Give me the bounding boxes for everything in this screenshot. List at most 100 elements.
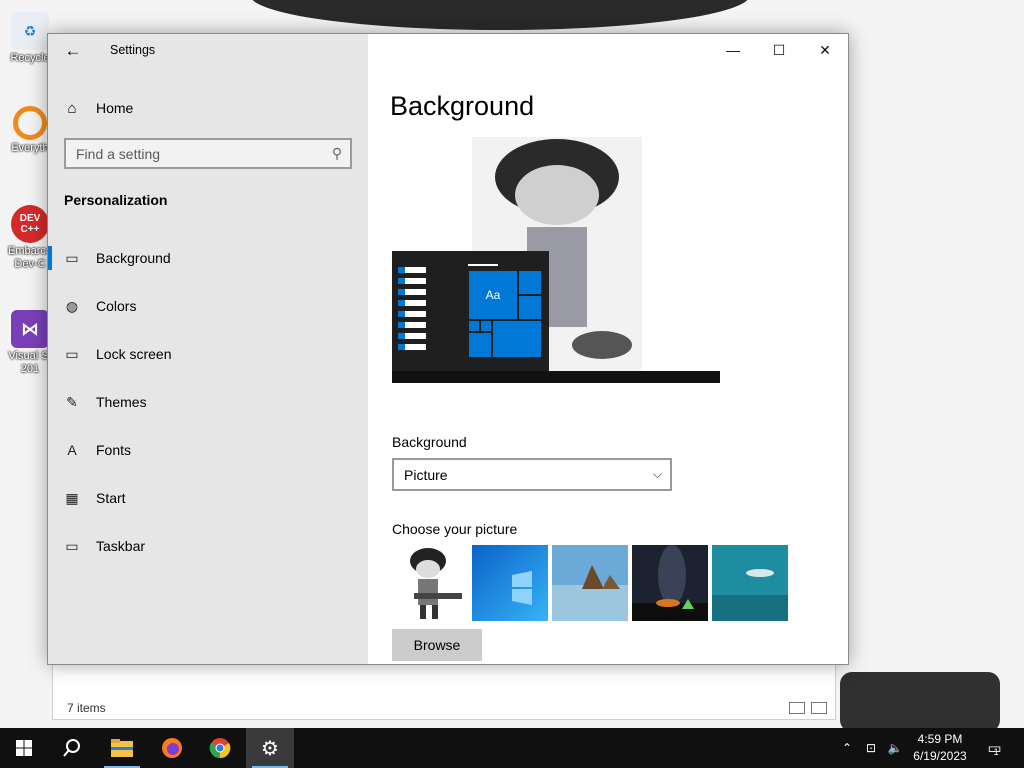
wallpaper-shape (840, 672, 1000, 728)
everything-search-icon (13, 106, 47, 140)
sidebar-item-label: Taskbar (96, 538, 146, 554)
sidebar-item-start[interactable]: ▦ Start (48, 474, 368, 522)
taskbar: ⚙ ⌃ ⊡ 🔈 4:59 PM 6/19/2023 ▭ 1 (0, 728, 1024, 768)
back-button[interactable]: ← (62, 40, 84, 62)
start-icon: ▦ (65, 489, 79, 506)
picture-icon: ▭ (65, 249, 79, 266)
volume-muted-icon: 🔈 (887, 741, 903, 755)
clock-time: 4:59 PM (917, 732, 963, 746)
preview-line (468, 264, 498, 266)
taskbar-clock[interactable]: 4:59 PM 6/19/2023 (906, 731, 974, 765)
windows-logo-icon (16, 740, 32, 756)
search-input[interactable] (66, 145, 324, 162)
browse-button[interactable]: Browse (392, 629, 482, 661)
search-box[interactable]: ⚲ (64, 138, 352, 169)
thumbnail-windows-blue[interactable] (472, 545, 548, 621)
clock-date: 6/19/2023 (913, 749, 967, 763)
back-arrow-icon: ← (64, 41, 82, 60)
sidebar-item-label: Lock screen (96, 346, 172, 362)
sidebar-item-label: Home (96, 100, 134, 116)
preview-tile (518, 270, 542, 295)
file-explorer-window: 7 items (52, 660, 836, 720)
desktop-icon-label: Everyth (11, 142, 49, 154)
close-button[interactable]: ✕ (802, 34, 848, 66)
notification-count: 1 (993, 747, 999, 757)
lock-screen-icon: ▭ (65, 345, 79, 362)
preview-tile (492, 320, 542, 358)
sidebar-item-themes[interactable]: ✎ Themes (48, 378, 368, 426)
show-hidden-icons-button[interactable]: ⌃ (838, 728, 856, 768)
home-icon: ⌂ (67, 99, 77, 117)
sidebar-item-label: Background (96, 250, 171, 266)
search-icon: ⚲ (331, 145, 343, 161)
firefox-icon (162, 738, 182, 758)
settings-button[interactable]: ⚙ (246, 728, 294, 768)
chevron-down-icon: ⌵ (652, 467, 662, 481)
sidebar-item-background[interactable]: ▭ Background (48, 234, 368, 282)
sidebar-item-fonts[interactable]: A Fonts (48, 426, 368, 474)
thumbnail-cartoon-guitar[interactable] (392, 545, 468, 621)
visual-studio-icon: ⋈ (11, 310, 49, 348)
search-icon (63, 739, 80, 757)
maximize-button[interactable]: ☐ (756, 34, 802, 66)
themes-icon: ✎ (66, 393, 78, 410)
explorer-view-switch (789, 702, 827, 714)
sidebar-item-label: Themes (96, 394, 147, 410)
sidebar-nav-list: ▭ Background ◍ Colors ▭ Lock screen ✎ Th… (48, 234, 368, 570)
settings-window: ← Settings ⌂ Home ⚲ Personalization ▭ Ba… (47, 33, 849, 665)
recycle-bin-icon: ♻ (11, 12, 49, 50)
chrome-button[interactable] (196, 728, 244, 768)
palette-icon: ◍ (65, 297, 79, 314)
background-type-dropdown[interactable]: Picture ⌵ (392, 458, 672, 491)
preview-start-list (398, 267, 428, 371)
large-icons-view-icon[interactable] (811, 702, 827, 714)
sidebar-item-lock-screen[interactable]: ▭ Lock screen (48, 330, 368, 378)
sidebar-item-colors[interactable]: ◍ Colors (48, 282, 368, 330)
desktop-icon-label: Recycle (10, 52, 50, 64)
search-button[interactable] (48, 728, 96, 768)
settings-sidebar: ← Settings ⌂ Home ⚲ Personalization ▭ Ba… (48, 34, 368, 664)
thumbnail-beach-rocks[interactable] (552, 545, 628, 621)
background-preview: Aa (392, 137, 720, 383)
devcpp-icon-text: DEV C++ (19, 213, 41, 235)
thumbnail-night-sky-tent[interactable] (632, 545, 708, 621)
preview-tiles: Aa (468, 270, 542, 358)
close-icon: ✕ (819, 41, 831, 58)
details-view-icon[interactable] (789, 702, 805, 714)
minimize-button[interactable]: — (710, 34, 756, 66)
page-title: Background (390, 91, 535, 121)
sidebar-item-label: Start (96, 490, 126, 506)
section-title: Personalization (64, 192, 168, 208)
preview-tile-text: Aa (485, 288, 501, 302)
picture-thumbnails (392, 545, 788, 621)
gear-icon: ⚙ (261, 737, 279, 760)
dropdown-value: Picture (404, 466, 448, 483)
taskbar-icon: ▭ (65, 537, 79, 554)
background-type-label: Background (392, 434, 467, 450)
notifications-button[interactable]: ▭ 1 (980, 728, 1006, 768)
maximize-icon: ☐ (772, 41, 786, 58)
thumbnail-underwater-swimmer[interactable] (712, 545, 788, 621)
firefox-button[interactable] (148, 728, 196, 768)
file-explorer-button[interactable] (98, 728, 146, 768)
network-button[interactable]: ⊡ (860, 728, 882, 768)
preview-tile (468, 320, 480, 332)
sidebar-item-taskbar[interactable]: ▭ Taskbar (48, 522, 368, 570)
sidebar-item-home[interactable]: ⌂ Home (48, 92, 368, 124)
wallpaper-shape (250, 0, 750, 30)
preview-taskbar (392, 371, 720, 383)
preview-tile (480, 320, 492, 332)
sidebar-item-label: Colors (96, 298, 137, 314)
explorer-status-items: 7 items (67, 701, 106, 715)
desktop-icon-label: Embarca Dev-C (7, 245, 53, 270)
fonts-icon: A (67, 442, 77, 458)
preview-tile-large: Aa (468, 270, 518, 320)
volume-button[interactable]: 🔈 (884, 728, 906, 768)
window-title: Settings (110, 43, 156, 57)
folder-icon (111, 739, 133, 757)
settings-content: — ☐ ✕ Background Aa Background Picture ⌵… (368, 34, 848, 664)
network-icon: ⊡ (865, 741, 877, 755)
devcpp-icon: DEV C++ (11, 205, 49, 243)
start-button[interactable] (0, 728, 48, 768)
minimize-icon: — (726, 42, 740, 58)
